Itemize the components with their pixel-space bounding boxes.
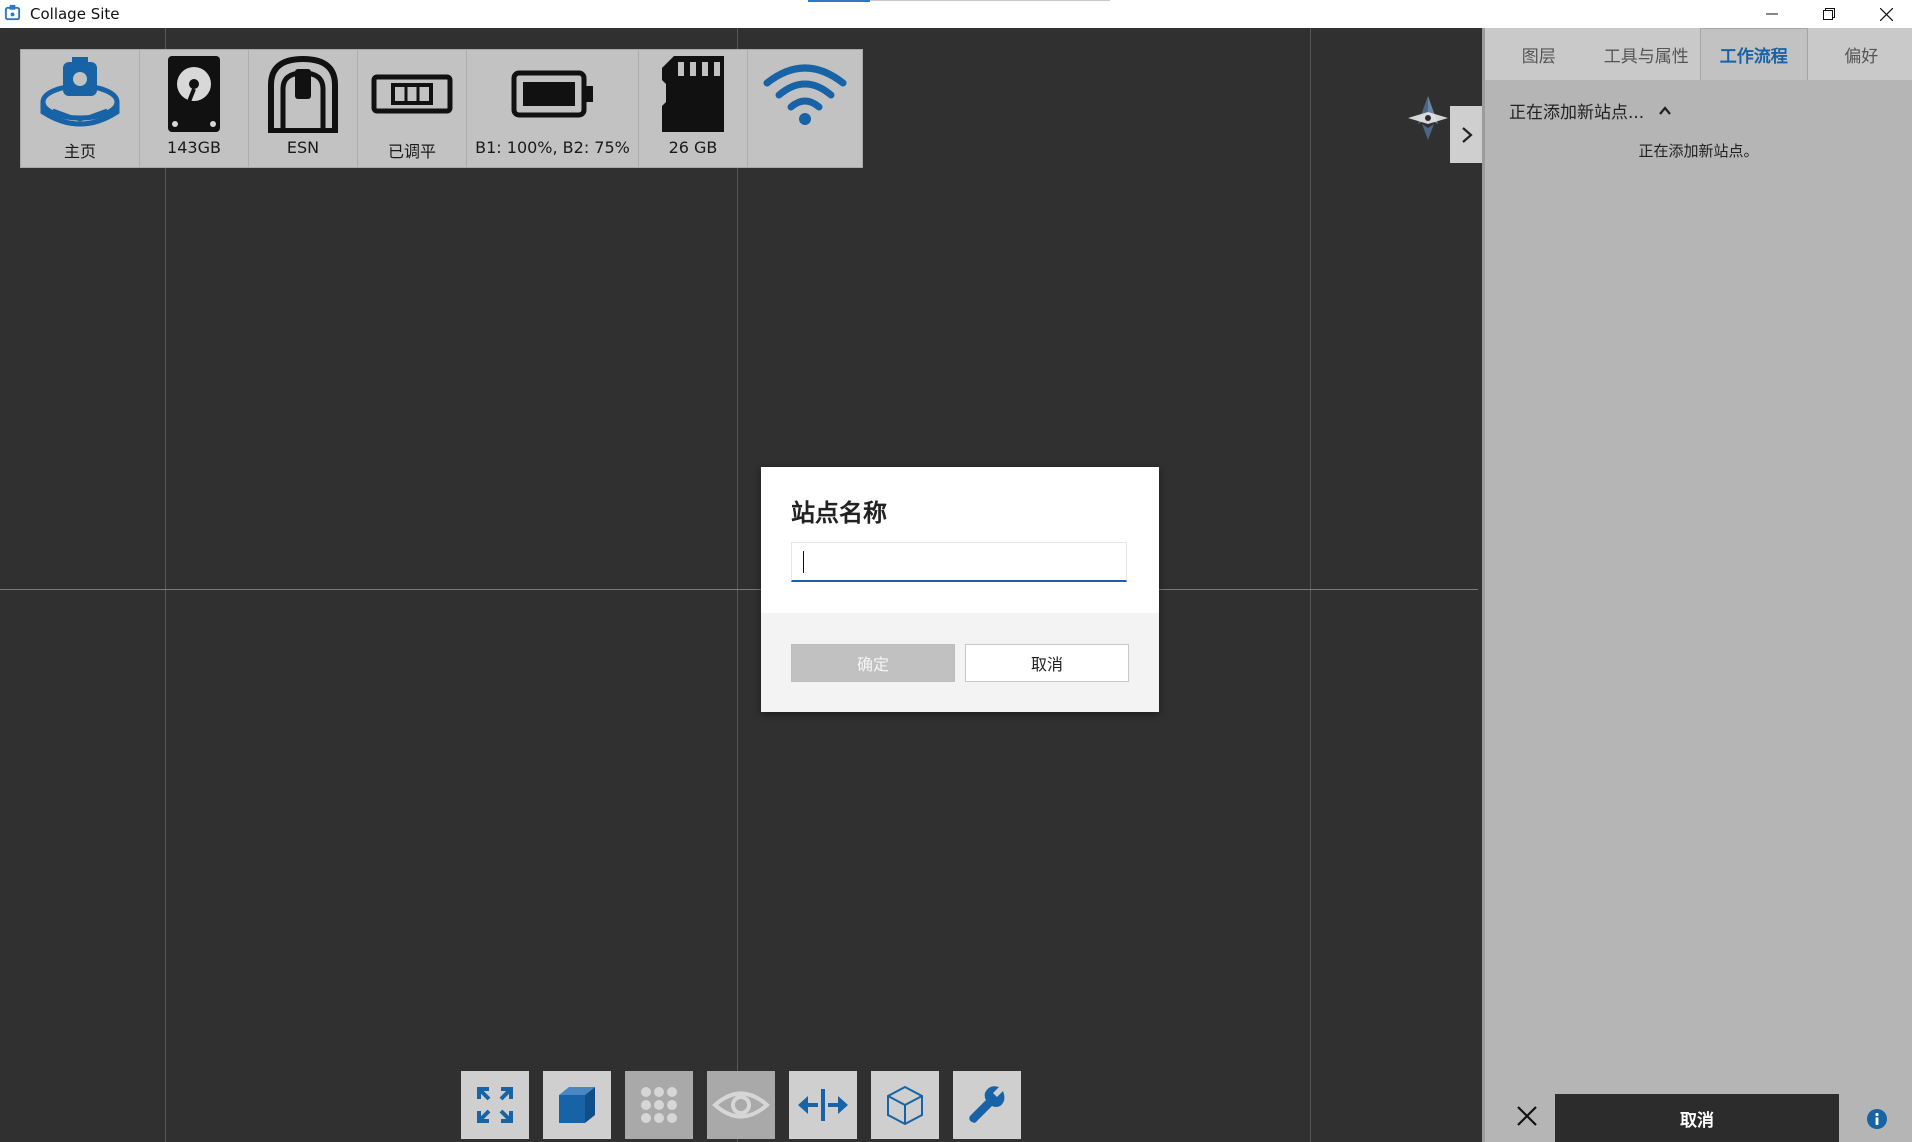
site-name-dialog: 站点名称 确定 取消 xyxy=(761,467,1159,712)
eye-icon xyxy=(712,1091,770,1119)
status-home[interactable]: 主页 xyxy=(21,50,140,167)
grid-line xyxy=(165,28,166,1142)
panel-tabs: 图层 工具与属性 工作流程 偏好 xyxy=(1485,28,1912,80)
measure-button[interactable] xyxy=(789,1071,857,1139)
grid-points-button[interactable] xyxy=(625,1071,693,1139)
chevron-up-icon xyxy=(1659,105,1672,115)
grid-line xyxy=(0,589,1478,590)
close-icon[interactable] xyxy=(1515,1104,1539,1128)
status-wifi[interactable] xyxy=(748,50,862,167)
grid-line xyxy=(737,28,738,1142)
wrench-icon xyxy=(969,1086,1005,1123)
wifi-icon xyxy=(763,64,847,125)
cancel-button[interactable]: 取消 xyxy=(965,644,1129,682)
window-title: Collage Site xyxy=(30,5,120,23)
3d-view-button[interactable] xyxy=(543,1071,611,1139)
title-accent xyxy=(808,0,870,2)
dialog-footer: 确定 取消 xyxy=(761,613,1159,712)
viewport[interactable]: 主页 143GB ESN 已调平 B1: 100%, B2: 75% 26 GB xyxy=(0,28,1482,1142)
grid-line xyxy=(1310,28,1311,1142)
panel-toggle-button[interactable] xyxy=(1450,106,1483,163)
status-battery[interactable]: B1: 100%, B2: 75% xyxy=(467,50,639,167)
minimize-button[interactable] xyxy=(1744,0,1800,28)
title-divider xyxy=(870,0,1110,1)
status-level[interactable]: 已调平 xyxy=(358,50,467,167)
title-bar: Collage Site xyxy=(0,0,1912,28)
hard-drive-icon xyxy=(168,56,220,132)
bottom-toolbar xyxy=(461,1071,1021,1139)
close-icon xyxy=(1879,7,1893,21)
text-caret xyxy=(803,551,804,573)
app-icon xyxy=(4,4,21,21)
ok-button[interactable]: 确定 xyxy=(791,644,955,682)
close-button[interactable] xyxy=(1858,0,1912,28)
settings-tools-button[interactable] xyxy=(953,1071,1021,1139)
section-title: 正在添加新站点... xyxy=(1509,103,1645,123)
tab-workflow[interactable]: 工作流程 xyxy=(1700,28,1808,80)
status-label: ESN xyxy=(286,138,320,157)
right-panel: 图层 工具与属性 工作流程 偏好 正在添加新站点... 正在添加新站点。 取消 xyxy=(1482,28,1912,1142)
status-label: 已调平 xyxy=(387,142,436,161)
visibility-button[interactable] xyxy=(707,1071,775,1139)
fit-extents-icon xyxy=(477,1087,513,1123)
status-esn[interactable]: ESN xyxy=(249,50,358,167)
status-label: 26 GB xyxy=(668,138,718,157)
3d-cube-icon xyxy=(559,1087,595,1123)
scanner-esn-icon xyxy=(268,55,338,133)
clipping-box-button[interactable] xyxy=(871,1071,939,1139)
info-icon[interactable] xyxy=(1867,1109,1887,1129)
section-description: 正在添加新站点。 xyxy=(1638,142,1759,160)
grid-dots-icon xyxy=(641,1087,677,1123)
tab-tools-properties[interactable]: 工具与属性 xyxy=(1593,28,1701,80)
battery-icon xyxy=(511,70,593,118)
status-label: 143GB xyxy=(167,138,221,157)
measure-distance-icon xyxy=(798,1089,848,1121)
tab-preferences[interactable]: 偏好 xyxy=(1808,28,1912,80)
fit-extents-button[interactable] xyxy=(461,1071,529,1139)
tab-layers[interactable]: 图层 xyxy=(1485,28,1593,80)
workflow-section-header[interactable]: 正在添加新站点... xyxy=(1509,98,1672,123)
status-storage[interactable]: 143GB xyxy=(140,50,249,167)
status-sd-card[interactable]: 26 GB xyxy=(639,50,748,167)
chevron-right-icon xyxy=(1461,126,1473,143)
workflow-cancel-button[interactable]: 取消 xyxy=(1555,1094,1839,1142)
wireframe-cube-icon xyxy=(887,1085,923,1126)
compass-icon[interactable] xyxy=(1406,94,1450,142)
home-station-icon xyxy=(40,57,120,127)
status-label: B1: 100%, B2: 75% xyxy=(475,138,630,157)
level-icon xyxy=(371,74,453,114)
restore-button[interactable] xyxy=(1801,0,1857,28)
dialog-title: 站点名称 xyxy=(791,499,887,527)
sd-card-icon xyxy=(662,56,724,132)
minimize-icon xyxy=(1766,13,1778,15)
site-name-input[interactable] xyxy=(791,542,1127,582)
status-label: 主页 xyxy=(63,142,96,161)
restore-icon xyxy=(1823,8,1835,20)
status-bar: 主页 143GB ESN 已调平 B1: 100%, B2: 75% 26 GB xyxy=(20,49,863,168)
